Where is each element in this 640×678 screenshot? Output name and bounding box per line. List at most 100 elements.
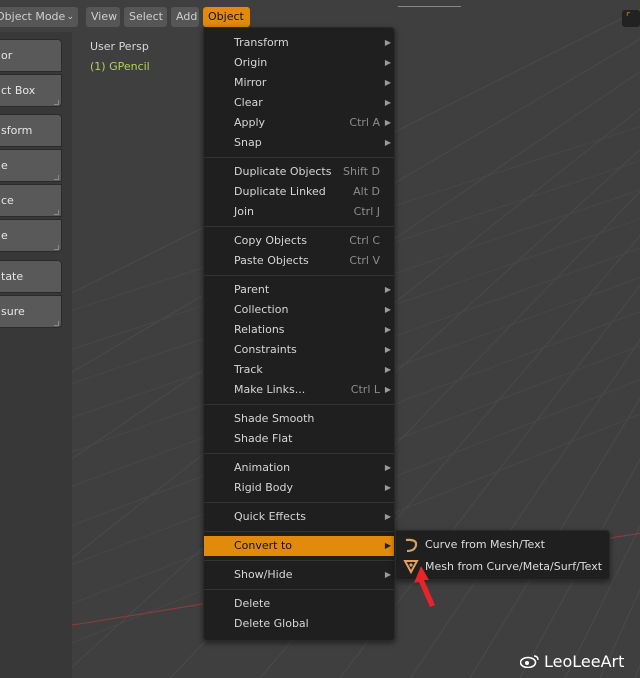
tool-button-label: ct Box [1, 84, 36, 97]
menu-item-transform[interactable]: Transform ▶ [204, 33, 394, 53]
menu-item-label: Relations [234, 323, 285, 336]
submenu-arrow-icon: ▶ [384, 305, 391, 314]
mode-dropdown[interactable]: Object Mode ⌄ [0, 7, 78, 27]
tool-button[interactable]: or [0, 39, 62, 72]
chevron-down-icon: ⌄ [66, 12, 74, 22]
menu-item-label: Clear [234, 96, 263, 109]
submenu-item-curve-from-mesh[interactable]: Curve from Mesh/Text [396, 534, 609, 556]
menu-item-delete-global[interactable]: Delete Global [204, 614, 394, 634]
menu-item-label: Snap [234, 136, 262, 149]
viewport-header: Object Mode ⌄ View Select Add Object [0, 7, 640, 28]
menu-item-label: Apply [234, 116, 266, 129]
submenu-arrow-icon: ▶ [384, 385, 391, 394]
watermark-text: LeoLeeArt [544, 652, 625, 671]
tool-shelf: or ct Box sform e ce e tate sure [0, 32, 72, 678]
menu-item-rigid-body[interactable]: Rigid Body ▶ [204, 478, 394, 498]
menu-separator [204, 453, 394, 454]
menu-item-shade-smooth[interactable]: Shade Smooth [204, 409, 394, 429]
menu-item-paste-objects[interactable]: Paste Objects Ctrl V [204, 251, 394, 271]
menu-item-constraints[interactable]: Constraints ▶ [204, 340, 394, 360]
submenu-arrow-icon: ▶ [384, 118, 391, 127]
menu-item-copy-objects[interactable]: Copy Objects Ctrl C [204, 231, 394, 251]
submenu-arrow-icon: ▶ [384, 325, 391, 334]
submenu-arrow-icon: ▶ [384, 98, 391, 107]
tool-button[interactable]: ce [0, 184, 62, 217]
submenu-arrow-icon: ▶ [384, 345, 391, 354]
menu-item-label: Animation [234, 461, 291, 474]
header-menu-view[interactable]: View [86, 7, 120, 27]
submenu-arrow-icon: ▶ [384, 512, 391, 521]
submenu-arrow-icon: ▶ [384, 541, 391, 550]
object-menu: Transform ▶ Origin ▶ Mirror ▶ Clear ▶ Apply Ctrl … [203, 27, 395, 641]
submenu-arrow-icon: ▶ [384, 138, 391, 147]
menu-item-apply[interactable]: Apply Ctrl A ▶ [204, 113, 394, 133]
header-menu-object[interactable]: Object [203, 7, 250, 27]
menu-separator [204, 531, 394, 532]
header-menu-add[interactable]: Add [171, 7, 199, 27]
submenu-arrow-icon: ▶ [384, 463, 391, 472]
menu-item-label: Delete [234, 597, 271, 610]
expand-corner-icon [54, 175, 59, 180]
menu-separator [204, 275, 394, 276]
gizmo-toggle-button[interactable]: ⌜ [622, 10, 640, 27]
view-perspective-label: User Persp [90, 40, 149, 53]
menu-item-snap[interactable]: Snap ▶ [204, 133, 394, 153]
annotation-arrow-icon [414, 566, 435, 607]
menu-item-label: Copy Objects [234, 234, 307, 247]
expand-corner-icon [54, 100, 59, 105]
menu-item-parent[interactable]: Parent ▶ [204, 280, 394, 300]
menu-item-mirror[interactable]: Mirror ▶ [204, 73, 394, 93]
tool-button[interactable]: e [0, 149, 62, 182]
menu-item-label: Shade Flat [234, 432, 293, 445]
menu-item-clear[interactable]: Clear ▶ [204, 93, 394, 113]
tool-button[interactable]: ct Box [0, 74, 62, 107]
weibo-logo-icon [520, 655, 539, 668]
menu-item-delete[interactable]: Delete [204, 594, 394, 614]
mode-dropdown-label: Object Mode [0, 10, 66, 23]
menu-item-shortcut: Alt D [353, 185, 380, 198]
menu-item-origin[interactable]: Origin ▶ [204, 53, 394, 73]
header-menu-select[interactable]: Select [124, 7, 167, 27]
menu-item-join[interactable]: Join Ctrl J [204, 202, 394, 222]
tool-button[interactable]: e [0, 219, 62, 252]
menu-separator [204, 589, 394, 590]
tool-button[interactable]: tate [0, 260, 62, 293]
menu-item-collection[interactable]: Collection ▶ [204, 300, 394, 320]
menu-item-label: Duplicate Linked [234, 185, 326, 198]
submenu-item-label: Curve from Mesh/Text [425, 538, 545, 551]
watermark: LeoLeeArt [520, 652, 624, 671]
submenu-arrow-icon: ▶ [384, 78, 391, 87]
menu-separator [204, 157, 394, 158]
tool-button[interactable]: sure [0, 295, 62, 328]
menu-item-relations[interactable]: Relations ▶ [204, 320, 394, 340]
menu-item-label: Convert to [234, 539, 293, 552]
submenu-arrow-icon: ▶ [384, 285, 391, 294]
expand-corner-icon [54, 210, 59, 215]
submenu-item-label: Mesh from Curve/Meta/Surf/Text [425, 560, 603, 573]
menu-item-show-hide[interactable]: Show/Hide ▶ [204, 565, 394, 585]
menu-item-shortcut: Ctrl L [350, 383, 380, 396]
menu-item-duplicate-objects[interactable]: Duplicate Objects Shift D [204, 162, 394, 182]
tool-button[interactable]: sform [0, 114, 62, 147]
menu-item-label: Shade Smooth [234, 412, 315, 425]
tool-button-label: or [1, 49, 13, 62]
menu-item-make-links[interactable]: Make Links... Ctrl L ▶ [204, 380, 394, 400]
menu-item-shortcut: Shift D [343, 165, 380, 178]
menu-separator [204, 226, 394, 227]
menu-item-label: Rigid Body [234, 481, 293, 494]
menu-item-convert-to[interactable]: Convert to ▶ [204, 536, 394, 556]
tool-button-label: sure [1, 305, 25, 318]
menu-item-shortcut: Ctrl J [353, 205, 380, 218]
menu-item-quick-effects[interactable]: Quick Effects ▶ [204, 507, 394, 527]
menu-separator [204, 560, 394, 561]
menu-item-track[interactable]: Track ▶ [204, 360, 394, 380]
menu-item-shade-flat[interactable]: Shade Flat [204, 429, 394, 449]
menu-item-duplicate-linked[interactable]: Duplicate Linked Alt D [204, 182, 394, 202]
menu-item-label: Show/Hide [234, 568, 293, 581]
menu-item-label: Paste Objects [234, 254, 309, 267]
tool-button-label: e [1, 229, 8, 242]
3d-viewport[interactable]: or ct Box sform e ce e tate sure User Persp (1)… [0, 0, 640, 678]
submenu-arrow-icon: ▶ [384, 58, 391, 67]
menu-item-animation[interactable]: Animation ▶ [204, 458, 394, 478]
active-object-label: (1) GPencil [90, 60, 150, 73]
